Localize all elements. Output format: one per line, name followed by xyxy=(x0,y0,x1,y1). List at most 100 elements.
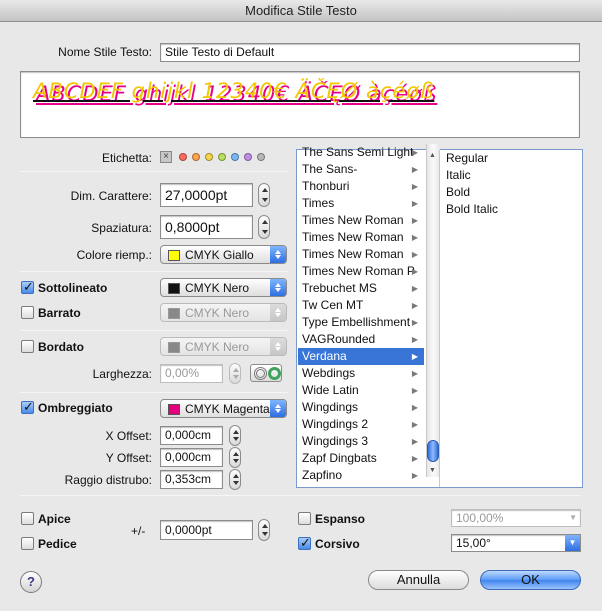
baseline-shift-input[interactable]: 0,0000pt xyxy=(160,520,253,540)
underline-color-popup[interactable]: CMYK Nero xyxy=(160,278,287,297)
no-label-icon[interactable]: × xyxy=(160,151,172,163)
font-style-item[interactable]: Italic xyxy=(446,167,471,184)
font-list-item[interactable]: VAGRounded ▶ xyxy=(298,331,424,348)
submenu-arrow-icon: ▶ xyxy=(411,352,418,361)
submenu-arrow-icon: ▶ xyxy=(411,437,418,446)
outline-color-popup[interactable]: CMYK Nero xyxy=(160,337,287,356)
font-list-item[interactable]: Webdings ▶ xyxy=(298,365,424,382)
combo-arrow-icon[interactable]: ▼ xyxy=(565,535,580,551)
font-style-item[interactable]: Bold Italic xyxy=(446,201,498,218)
font-name: Zapf Dingbats xyxy=(302,451,377,465)
font-list-item[interactable]: The Sans Semi Light ▶ xyxy=(298,144,424,161)
spacing-stepper[interactable] xyxy=(258,215,270,239)
font-name: Webdings xyxy=(302,366,356,380)
blur-radius-input[interactable]: 0,353cm xyxy=(160,470,223,489)
popup-arrows-icon xyxy=(270,304,286,321)
popup-arrows-icon xyxy=(270,246,286,263)
font-list-item[interactable]: Type Embellishment ▶ xyxy=(298,314,424,331)
font-list-item[interactable]: Wingdings 3 ▶ xyxy=(298,433,424,450)
font-list-item[interactable]: Tw Cen MT ▶ xyxy=(298,297,424,314)
font-name: VAGRounded xyxy=(302,332,376,346)
spacing-input[interactable]: 0,8000pt xyxy=(160,215,253,239)
font-name: Wingdings 2 xyxy=(302,417,369,431)
font-list-item[interactable]: Trebuchet MS ▶ xyxy=(298,280,424,297)
outline-style-buttons[interactable] xyxy=(250,364,282,382)
font-name: Wide Latin xyxy=(302,383,359,397)
strikethrough-color-popup[interactable]: CMYK Nero xyxy=(160,303,287,322)
font-list-item[interactable]: Zapf Dingbats ▶ xyxy=(298,450,424,467)
outline-inner-icon[interactable] xyxy=(254,367,267,380)
width-stepper[interactable] xyxy=(229,363,241,384)
font-list-item[interactable]: Wingdings ▶ xyxy=(298,399,424,416)
separator xyxy=(20,392,288,393)
submenu-arrow-icon: ▶ xyxy=(411,148,418,157)
italic-checkbox[interactable] xyxy=(298,535,311,551)
label-color-dot[interactable] xyxy=(231,153,239,161)
scroll-down-icon[interactable]: ▼ xyxy=(429,467,436,474)
font-style-item[interactable]: Regular xyxy=(446,150,488,167)
expanded-checkbox[interactable] xyxy=(298,512,311,525)
font-list-scroll-thumb[interactable] xyxy=(427,440,439,462)
font-family-list[interactable]: Zapfino ▶ Zapf Dingbats ▶ Wingdings 3 ▶ Wingdi… xyxy=(298,144,440,483)
font-list-item[interactable]: Wide Latin ▶ xyxy=(298,382,424,399)
outline-checkbox[interactable] xyxy=(21,340,34,353)
font-size-stepper[interactable] xyxy=(258,183,270,207)
style-name-label: Nome Stile Testo: xyxy=(58,45,152,59)
font-name: Wingdings xyxy=(302,400,359,414)
submenu-arrow-icon: ▶ xyxy=(411,165,418,174)
shadow-checkbox[interactable] xyxy=(21,399,34,415)
expanded-combo[interactable]: 100,00% ▼ xyxy=(451,509,581,527)
font-list-item[interactable]: Times New Roman ▶ xyxy=(298,229,424,246)
help-button[interactable]: ? xyxy=(20,571,42,593)
outline-outer-icon[interactable] xyxy=(268,367,281,380)
font-list-item[interactable]: Times New Roman ▶ xyxy=(298,246,424,263)
font-list-item[interactable]: Thonburi ▶ xyxy=(298,178,424,195)
fill-color-popup[interactable]: CMYK Giallo xyxy=(160,245,287,264)
underline-checkbox[interactable] xyxy=(21,279,34,295)
outline-label: Bordato xyxy=(38,340,84,354)
baseline-shift-stepper[interactable] xyxy=(258,519,270,541)
font-style-item[interactable]: Bold xyxy=(446,184,470,201)
style-name-input[interactable]: Stile Testo di Default xyxy=(160,43,580,62)
ok-button[interactable]: OK xyxy=(480,570,581,590)
label-color-dot[interactable] xyxy=(192,153,200,161)
fill-color-value: CMYK Giallo xyxy=(185,248,254,262)
superscript-checkbox[interactable] xyxy=(21,512,34,525)
separator xyxy=(20,171,288,172)
font-size-input[interactable]: 27,0000pt xyxy=(160,183,253,207)
window-title-bar[interactable]: Modifica Stile Testo xyxy=(0,0,602,22)
width-input[interactable]: 0,00% xyxy=(160,364,223,383)
font-list-scrollbar[interactable] xyxy=(426,144,440,477)
subscript-checkbox[interactable] xyxy=(21,537,34,550)
font-browser: Zapfino ▶ Zapf Dingbats ▶ Wingdings 3 ▶ Wingdi… xyxy=(296,144,583,488)
scroll-up-icon[interactable]: ▲ xyxy=(429,152,436,159)
font-list-item[interactable]: Times ▶ xyxy=(298,195,424,212)
y-offset-input[interactable]: 0,000cm xyxy=(160,448,223,467)
shadow-color-popup[interactable]: CMYK Magenta xyxy=(160,399,287,418)
submenu-arrow-icon: ▶ xyxy=(411,454,418,463)
strikethrough-checkbox[interactable] xyxy=(21,306,34,319)
label-color-dot[interactable] xyxy=(205,153,213,161)
font-list-item[interactable]: The Sans- ▶ xyxy=(298,161,424,178)
cancel-button[interactable]: Annulla xyxy=(368,570,469,590)
blur-radius-stepper[interactable] xyxy=(229,469,241,490)
label-color-dot[interactable] xyxy=(179,153,187,161)
font-list-item[interactable]: Times New Roman ▶ xyxy=(298,212,424,229)
label-color-dot[interactable] xyxy=(244,153,252,161)
submenu-arrow-icon: ▶ xyxy=(411,250,418,259)
x-offset-stepper[interactable] xyxy=(229,425,241,446)
label-color-dot[interactable] xyxy=(257,153,265,161)
font-list-item[interactable]: Verdana ▶ xyxy=(298,348,424,365)
font-name: Times New Roman P xyxy=(302,264,415,278)
font-style-list[interactable]: Regular Italic Bold Bold Italic xyxy=(441,150,581,487)
submenu-arrow-icon: ▶ xyxy=(411,335,418,344)
label-color-dot[interactable] xyxy=(218,153,226,161)
font-name: Times xyxy=(302,196,335,210)
font-list-item[interactable]: Times New Roman P ▶ xyxy=(298,263,424,280)
italic-angle-combo[interactable]: 15,00° ▼ xyxy=(451,534,581,552)
font-list-item[interactable]: Wingdings 2 ▶ xyxy=(298,416,424,433)
submenu-arrow-icon: ▶ xyxy=(411,216,418,225)
x-offset-input[interactable]: 0,000cm xyxy=(160,426,223,445)
font-list-item[interactable]: Zapfino ▶ xyxy=(298,467,424,483)
y-offset-stepper[interactable] xyxy=(229,447,241,468)
